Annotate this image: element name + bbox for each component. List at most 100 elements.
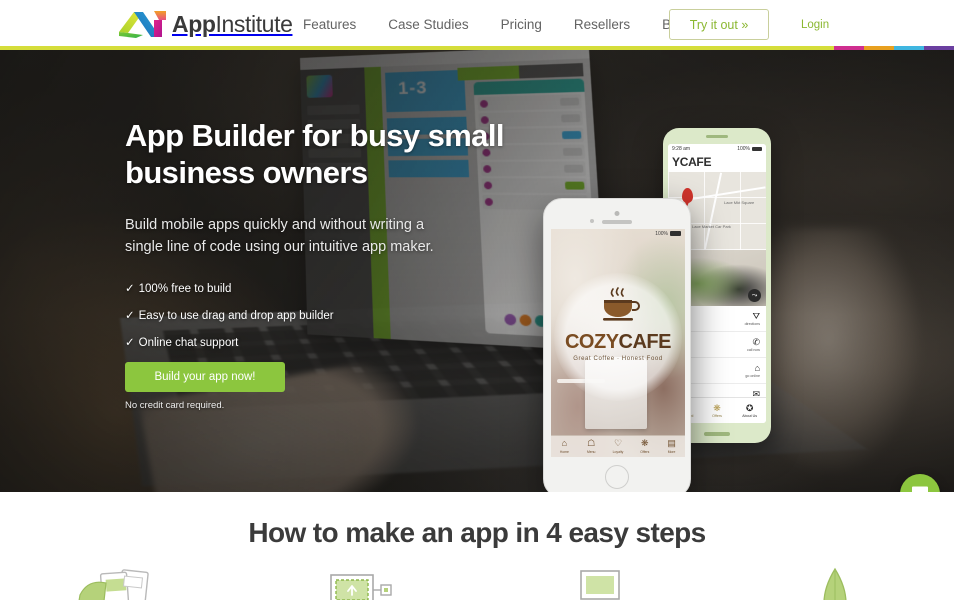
hero-bullet-label: Easy to use drag and drop app builder — [138, 309, 334, 322]
offers-icon: ❋ — [713, 402, 721, 413]
hero-bullet-item: ✓ Online chat support — [125, 335, 525, 349]
logo-bold: App — [172, 10, 216, 37]
phone-front-battery-label: 100% — [655, 230, 668, 237]
home-icon: ⌂ — [561, 438, 568, 449]
how-to-icons-row — [0, 567, 954, 600]
phone-back-battery: 100% — [737, 146, 762, 152]
accent-segment-green — [0, 46, 834, 50]
how-to-section: How to make an app in 4 easy steps — [0, 492, 954, 600]
hero-bullet-item: ✓ Easy to use drag and drop app builder — [125, 308, 525, 322]
nav-loyalty[interactable]: ♡ Loyalty — [605, 436, 632, 457]
phone-back-speaker — [706, 135, 728, 138]
hero-bullet-item: ✓ 100% free to build — [125, 281, 525, 295]
phone-front-speaker — [602, 220, 632, 224]
hero-bullet-label: 100% free to build — [138, 282, 232, 295]
accent-segment-orange — [864, 46, 894, 50]
chat-bubble-icon — [912, 486, 928, 492]
nav-features[interactable]: Features — [303, 17, 377, 32]
logo-light: Institute — [215, 10, 293, 37]
hero-title-line1: App Builder for busy small — [125, 118, 504, 153]
phone-back-battery-label: 100% — [737, 146, 750, 152]
nav-label: More — [667, 449, 676, 454]
hero-bullet-label: Online chat support — [138, 336, 239, 349]
nav-more[interactable]: ▤ More — [658, 436, 685, 457]
nav-label: Home — [559, 449, 569, 454]
step-2 — [239, 567, 478, 600]
nav-label: Offers — [640, 449, 650, 454]
step-1 — [0, 567, 239, 600]
build-your-app-button[interactable]: Build your app now! — [125, 361, 285, 392]
brand-cafe: CAFE — [618, 331, 672, 353]
map-pin-icon — [682, 188, 693, 207]
hero-subtitle-line1: Build mobile apps quickly and without wr… — [125, 216, 425, 233]
accent-segment-cyan — [894, 46, 924, 50]
brand-cozy: COZY — [564, 331, 619, 353]
cozycafe-tagline: Great Coffee · Honest Food — [573, 356, 663, 362]
battery-icon — [752, 147, 762, 151]
menu-icon: ☖ — [587, 438, 596, 449]
nav-case-studies[interactable]: Case Studies — [388, 17, 489, 32]
cozycafe-logo-block: COZYCAFE Great Coffee · Honest Food — [551, 287, 685, 362]
nav-pricing[interactable]: Pricing — [501, 17, 563, 32]
map-label: Lace Mkt Square — [724, 200, 755, 205]
phone-mockup-front: 100% COZYCAFE Great Coffee · Honest Food — [543, 198, 691, 492]
website-icon: ⌂ — [754, 362, 760, 373]
logo-text: AppInstitute — [172, 10, 293, 38]
list-item-label: call now — [747, 347, 760, 352]
login-link[interactable]: Login — [801, 19, 829, 31]
hero-content: App Builder for busy small business owne… — [125, 118, 525, 411]
nav-home[interactable]: ⌂ Home — [551, 436, 578, 457]
tab-label: Offers — [712, 413, 722, 418]
phone-front-nav-bar: ⌂ Home ☖ Menu ♡ Loyalty ❋ Offers ▤ More — [551, 435, 685, 457]
hero-subtitle: Build mobile apps quickly and without wr… — [125, 214, 525, 259]
share-icon[interactable]: ⤳ — [748, 289, 761, 302]
phone-front-camera — [614, 211, 620, 216]
landing-page: AppInstitute Features Case Studies Prici… — [0, 0, 954, 600]
list-item-label: go online — [745, 373, 760, 378]
appinstitute-logo-icon — [119, 11, 166, 38]
how-to-title: How to make an app in 4 easy steps — [248, 517, 706, 548]
tab-label: About Us — [742, 413, 758, 418]
accent-color-bar — [0, 46, 954, 50]
list-item-label: directions — [744, 321, 760, 326]
gallery-icon: ▤ — [667, 438, 676, 449]
tab-about-us[interactable]: ✪ About Us — [733, 398, 766, 423]
nav-resellers[interactable]: Resellers — [574, 17, 651, 32]
phone-front-home-button[interactable] — [605, 465, 629, 489]
step-templates-icon — [78, 569, 149, 600]
hero-section: 1-3 — [0, 48, 954, 492]
main-navigation: Features Case Studies Pricing Resellers … — [303, 0, 710, 48]
phone-front-sensor — [590, 219, 594, 223]
phone-back-status-bar: 9:28 am 100% — [668, 144, 766, 154]
phone-back-home-indicator — [704, 432, 730, 436]
hero-subtitle-line2: single line of code using our intuitive … — [125, 239, 434, 256]
phone-front-screen: 100% COZYCAFE Great Coffee · Honest Food — [551, 229, 685, 457]
check-icon: ✓ — [125, 282, 135, 295]
phone-back-app-title: YCAFE — [672, 155, 712, 169]
nav-menu[interactable]: ☖ Menu — [578, 436, 605, 457]
try-it-out-button[interactable]: Try it out » — [669, 9, 769, 40]
accent-segment-magenta — [834, 46, 864, 50]
battery-icon — [670, 231, 681, 236]
phone-back-time: 9:28 am — [672, 146, 691, 152]
nav-offers[interactable]: ❋ Offers — [631, 436, 658, 457]
phone-front-status-bar: 100% — [551, 229, 685, 238]
tab-offers[interactable]: ❋ Offers — [701, 398, 734, 423]
nav-label: Loyalty — [612, 449, 624, 454]
step-drag-drop-icon — [329, 574, 392, 600]
phone-call-icon: ✆ — [752, 336, 760, 347]
logo-link[interactable]: AppInstitute — [116, 7, 293, 41]
accent-segment-purple — [924, 46, 954, 50]
directions-icon: ⛛ — [752, 310, 760, 321]
cozycafe-brand-name: COZYCAFE — [551, 332, 685, 352]
hero-title-line2: business owners — [125, 154, 368, 190]
hero-bullet-list: ✓ 100% free to build ✓ Easy to use drag an… — [125, 281, 525, 349]
check-icon: ✓ — [125, 309, 135, 322]
loyalty-heart-icon: ♡ — [613, 438, 623, 449]
step-devices-icon — [580, 570, 621, 600]
nav-label: Menu — [586, 449, 596, 454]
check-icon: ✓ — [125, 336, 135, 349]
coffee-cup-icon — [603, 287, 640, 321]
map-label: Lace Market Car Park — [692, 224, 731, 229]
step-4 — [716, 567, 954, 600]
